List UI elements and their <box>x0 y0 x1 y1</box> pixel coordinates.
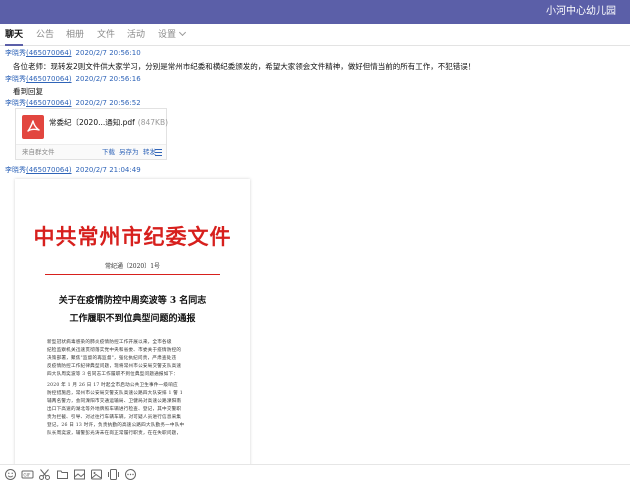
shake-icon[interactable] <box>107 468 120 481</box>
sender-id[interactable]: (465070064) <box>26 75 72 83</box>
document-body-line: 防控措施后，常州市公安局交警支队高速公路四大队安排 1 警 1 <box>47 391 183 396</box>
title-bar: 小河中心幼儿园 <box>0 0 630 24</box>
message-text: 各位老师：现转发2则文件供大家学习，分别是常州市纪委和横纪委颁发的，希望大家领会… <box>13 62 476 71</box>
message-header: 李晓秀(465070064) 2020/2/7 20:56:10 <box>5 48 141 58</box>
sender-id[interactable]: (465070064) <box>26 99 72 107</box>
message-header: 李晓秀(465070064) 2020/2/7 20:56:52 <box>5 98 141 108</box>
document-body-line: 责为拦截、引导、对过往行车辆车辆，对可疑人员进行信息采集 <box>47 415 182 420</box>
file-source: 来自群文件 <box>22 148 55 156</box>
message-header: 李晓秀(465070064) 2020/2/7 20:56:16 <box>5 74 141 84</box>
document-header: 中共常州市纪委文件 <box>33 224 232 249</box>
message-text: 看到回复 <box>13 87 43 96</box>
screenshot-image-icon[interactable] <box>73 468 86 481</box>
document-number: 常纪通〔2020〕1号 <box>104 263 161 270</box>
tab-chat[interactable]: 聊天 <box>5 24 24 46</box>
message-time: 2020/2/7 20:56:10 <box>75 49 141 57</box>
red-divider <box>45 274 220 275</box>
chat-message-list[interactable]: 李晓秀(465070064) 2020/2/7 20:56:10 各位老师：现转发… <box>0 46 630 464</box>
sender-id[interactable]: (465070064) <box>26 49 72 57</box>
input-toolbar: GIF <box>0 464 630 483</box>
document-body-line: 决策部署，聚焦"监督的再监督"，强化执纪问责，严肃查处违 <box>47 356 177 361</box>
file-name-text: 常委纪〔2020...通知.pdf <box>49 118 135 127</box>
document-title-line1: 关于在疫情防控中周奕波等 3 名同志 <box>58 296 207 306</box>
sender-name[interactable]: 李晓秀 <box>5 99 26 107</box>
emoji-icon[interactable] <box>4 468 17 481</box>
file-card-footer: 来自群文件 下载 另存为 转发 <box>16 144 166 159</box>
tab-announcements[interactable]: 公告 <box>36 24 54 46</box>
document-body-line: 纪检监察机关迅速贯彻落实党中央和省委、市委关于疫情防控的 <box>47 348 182 353</box>
gif-icon[interactable]: GIF <box>21 468 34 481</box>
folder-icon[interactable] <box>56 468 69 481</box>
pdf-icon <box>22 115 44 139</box>
scissors-icon[interactable] <box>38 468 51 481</box>
window-title: 小河中心幼儿园 <box>546 6 616 17</box>
message-time: 2020/2/7 21:04:49 <box>75 166 141 174</box>
document-body-line: 辅两名警力，会同溧阳市交通运输局、卫健局对高速公路溧阳南 <box>47 399 182 404</box>
image-icon[interactable] <box>90 468 103 481</box>
document-body-line: 新型冠状病毒感染的肺炎疫情防控工作开展以来，全市各级 <box>47 340 172 345</box>
document-body-line: 反疫情防控工作纪律典型问题，现将常州市公安局交警支队高速 <box>47 364 182 369</box>
sender-name[interactable]: 李晓秀 <box>5 49 26 57</box>
sender-id[interactable]: (465070064) <box>26 166 72 174</box>
document-body-line: 出口下高速的湖北等外地牌照车辆进行检查、登记，其中交警职 <box>47 407 182 412</box>
document-image[interactable]: 中共常州市纪委文件 常纪通〔2020〕1号 关于在疫情防控中周奕波等 3 名同志… <box>15 179 250 464</box>
document-body-line: 2020 年 1 月 26 日 17 时起全市启动公共卫生事件一级响应 <box>47 383 178 388</box>
sender-name[interactable]: 李晓秀 <box>5 75 26 83</box>
document-title-line2: 工作履职不到位典型问题的通报 <box>69 314 196 324</box>
file-size: (847KB) <box>137 118 169 127</box>
message-time: 2020/2/7 20:56:16 <box>75 75 141 83</box>
tab-settings[interactable]: 设置 <box>158 24 187 46</box>
document-body-line: 队长周奕波，辅警彭光涛未在岗正常履行职责，在在失职问题， <box>47 431 182 436</box>
file-name[interactable]: 常委纪〔2020...通知.pdf (847KB) <box>49 117 168 128</box>
tab-files[interactable]: 文件 <box>97 24 115 46</box>
file-card[interactable]: 常委纪〔2020...通知.pdf (847KB) 来自群文件 下载 另存为 转发 <box>15 108 168 160</box>
more-icon[interactable] <box>124 468 137 481</box>
message-time: 2020/2/7 20:56:52 <box>75 99 141 107</box>
tab-settings-label: 设置 <box>158 30 177 40</box>
chevron-down-icon <box>178 28 187 37</box>
document-body-line: 登记。26 日 13 时许，负责执勤的高速公路四大队勤务一中队中 <box>47 423 185 428</box>
save-as-link[interactable]: 另存为 <box>119 145 139 160</box>
document-body-line: 四大队周奕波等 3 名同志工作履职不到位典型问题通报如下： <box>47 372 179 377</box>
message-header: 李晓秀(465070064) 2020/2/7 21:04:49 <box>5 165 141 175</box>
sender-name[interactable]: 李晓秀 <box>5 166 26 174</box>
svg-text:GIF: GIF <box>23 473 31 479</box>
download-link[interactable]: 下载 <box>102 145 115 160</box>
tab-album[interactable]: 相册 <box>66 24 84 46</box>
tab-activities[interactable]: 活动 <box>127 24 145 46</box>
menu-icon[interactable] <box>155 149 162 156</box>
tab-bar: 聊天 公告 相册 文件 活动 设置 <box>0 24 630 46</box>
